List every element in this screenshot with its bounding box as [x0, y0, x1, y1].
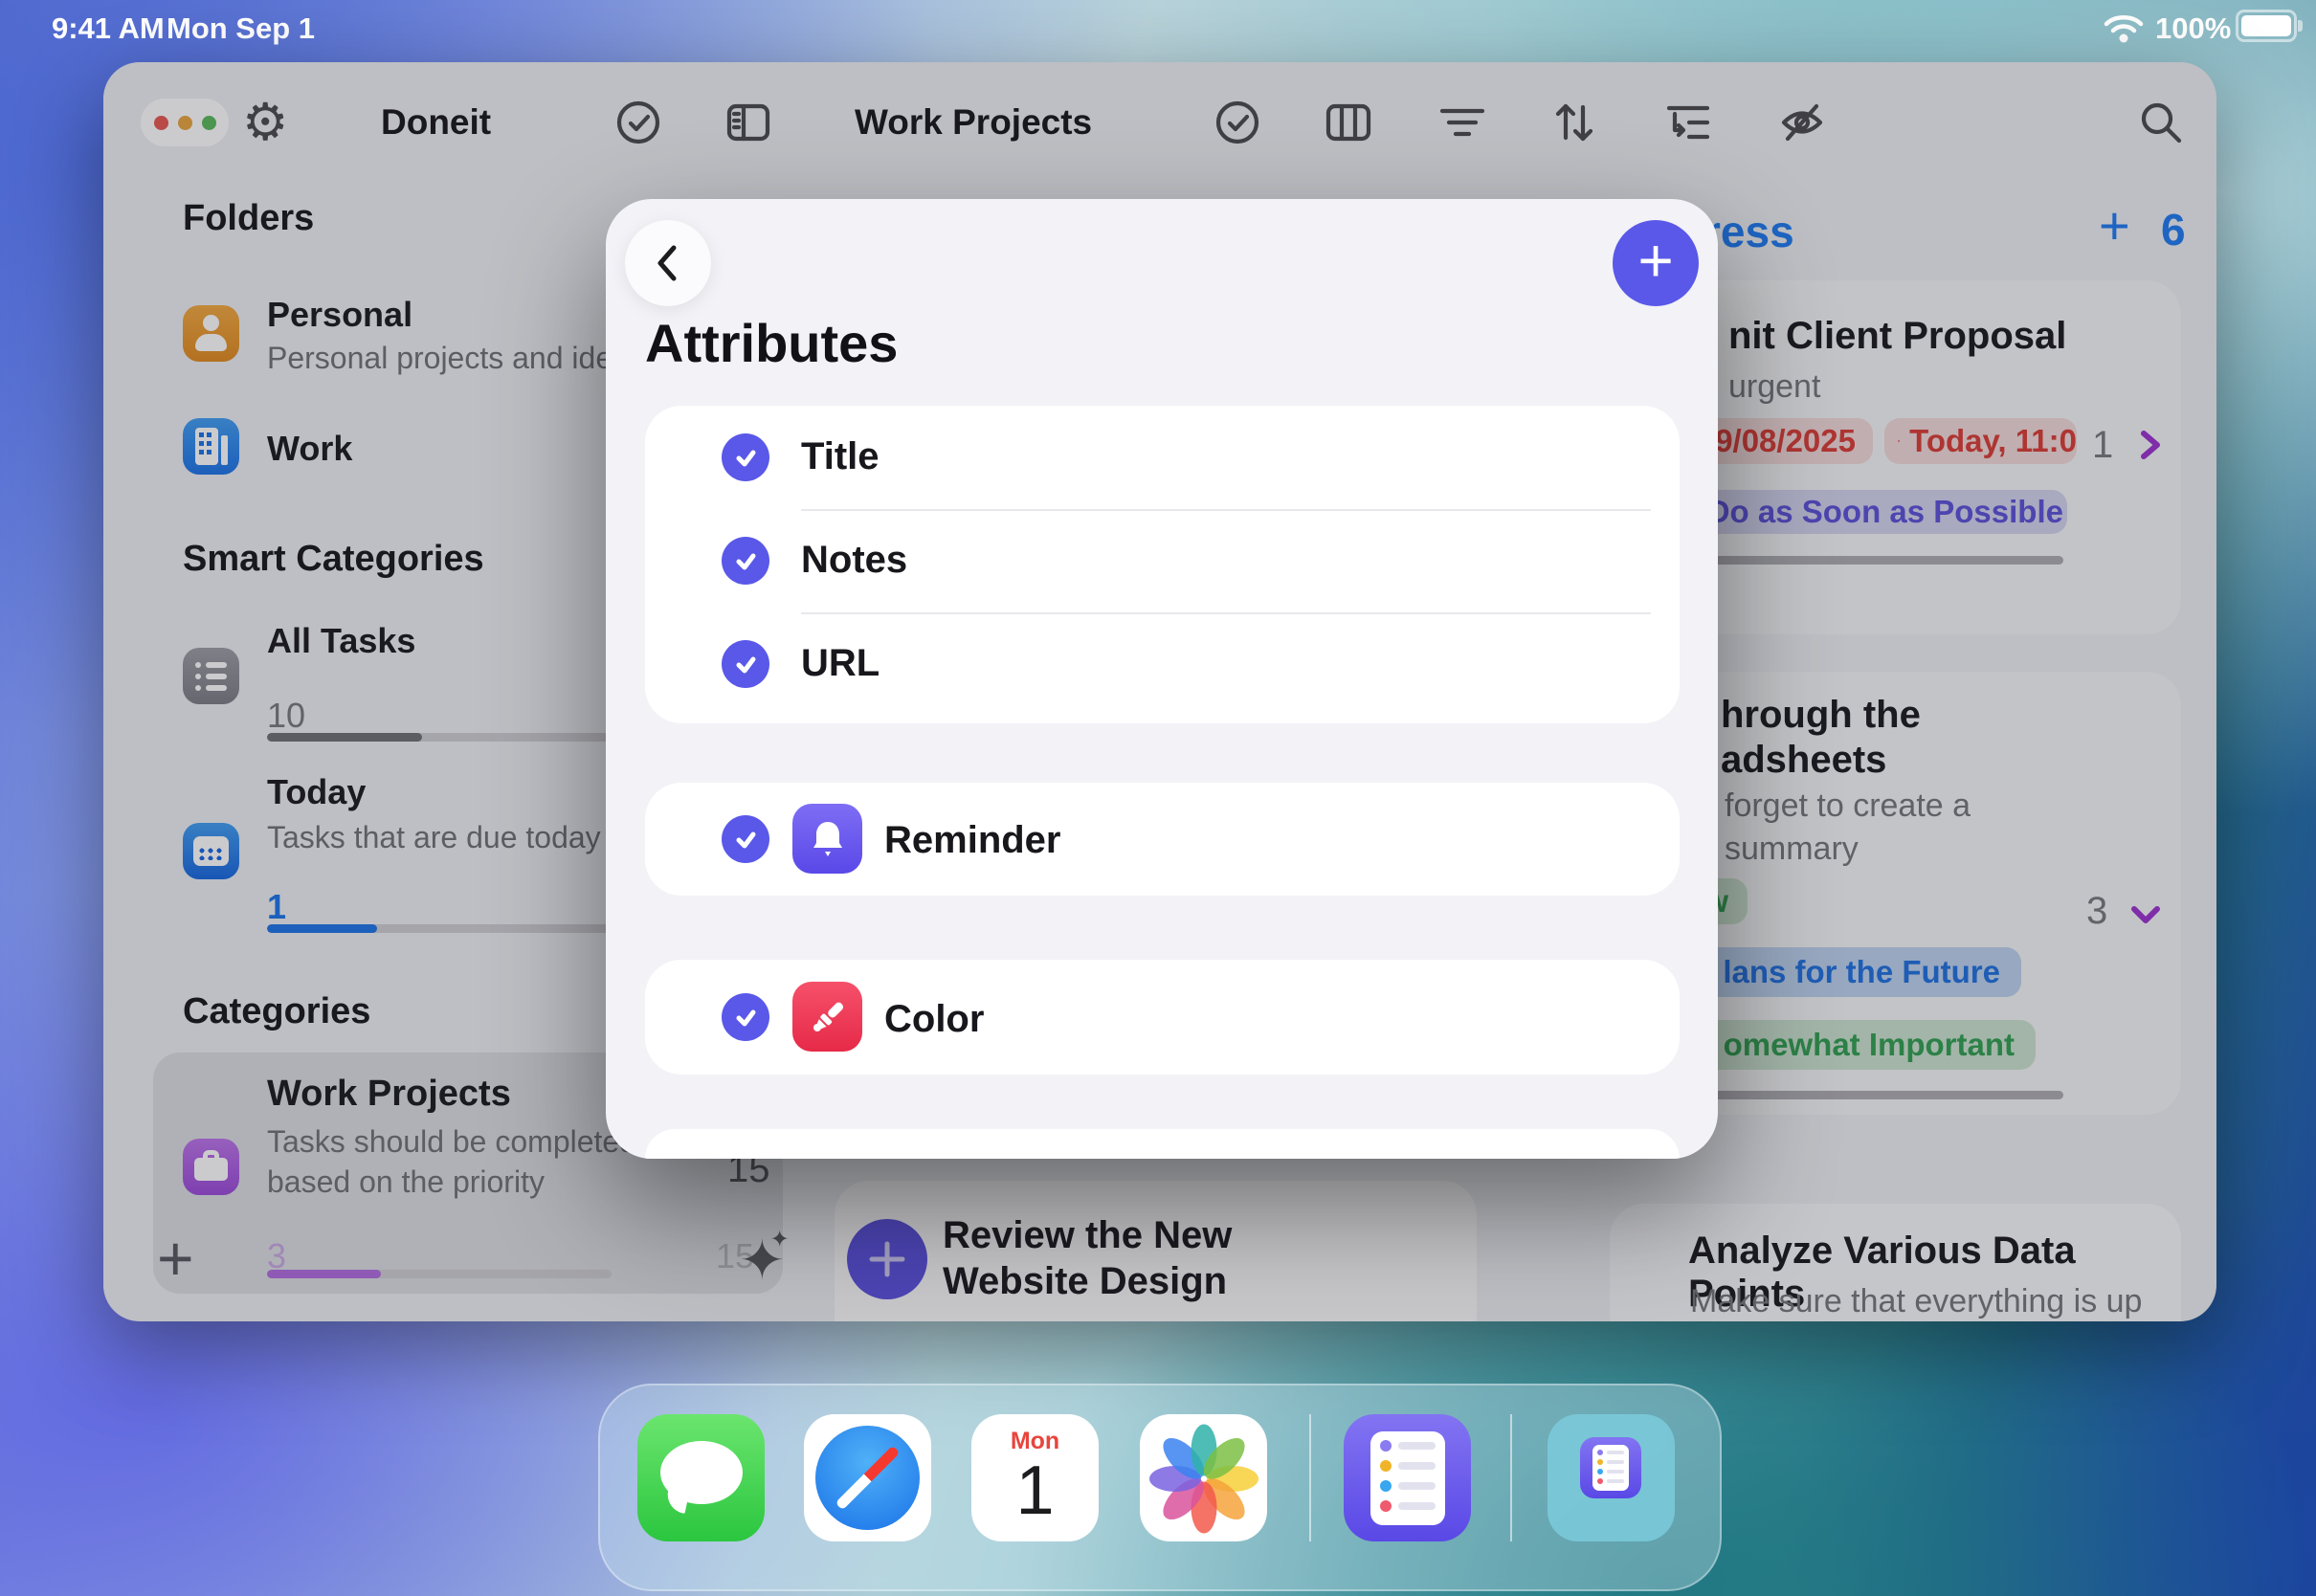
status-time: 9:41 AM	[52, 11, 165, 45]
back-button[interactable]	[625, 220, 711, 306]
attributes-basic-card: Title Notes URL	[645, 406, 1680, 723]
checkbox-url[interactable]	[722, 640, 769, 688]
status-date: Mon Sep 1	[167, 11, 316, 45]
attributes-reminder-card: Reminder	[645, 783, 1680, 896]
checkbox-title[interactable]	[722, 433, 769, 481]
attribute-label-title: Title	[801, 435, 880, 477]
attributes-modal: + Attributes Title Notes URL Reminder Co…	[606, 199, 1718, 1159]
reminder-bell-icon	[792, 804, 862, 874]
battery-icon	[2236, 10, 2303, 42]
checkbox-color[interactable]	[722, 993, 769, 1041]
dock-safari-icon[interactable]	[804, 1414, 931, 1541]
dock-separator	[1510, 1414, 1512, 1541]
checkbox-reminder[interactable]	[722, 815, 769, 863]
attribute-label-reminder: Reminder	[884, 819, 1061, 861]
separator	[801, 612, 1651, 614]
attribute-label-notes: Notes	[801, 539, 908, 581]
attribute-label-color: Color	[884, 998, 985, 1040]
dock-messages-icon[interactable]	[637, 1414, 765, 1541]
separator	[801, 509, 1651, 511]
attributes-color-card: Color	[645, 960, 1680, 1075]
battery-percent: 100%	[2155, 11, 2232, 45]
attributes-next-card-partial	[645, 1129, 1680, 1159]
calendar-day: 1	[1015, 1452, 1055, 1529]
checkbox-notes[interactable]	[722, 537, 769, 585]
color-paintbrush-icon	[792, 982, 862, 1052]
screen: 9:41 AM Mon Sep 1 100% ⚙ Doneit Work Pro…	[0, 0, 2316, 1596]
add-attribute-button[interactable]: +	[1613, 220, 1699, 306]
dock-calendar-icon[interactable]: Mon 1	[971, 1414, 1099, 1541]
modal-title: Attributes	[645, 313, 899, 373]
dock-doneit-icon[interactable]	[1344, 1414, 1471, 1541]
dock-photos-icon[interactable]	[1140, 1414, 1267, 1541]
dock-separator	[1309, 1414, 1311, 1541]
attribute-label-url: URL	[801, 642, 880, 684]
dock-recent-app-icon[interactable]	[1548, 1414, 1675, 1541]
wifi-icon	[2104, 13, 2144, 49]
